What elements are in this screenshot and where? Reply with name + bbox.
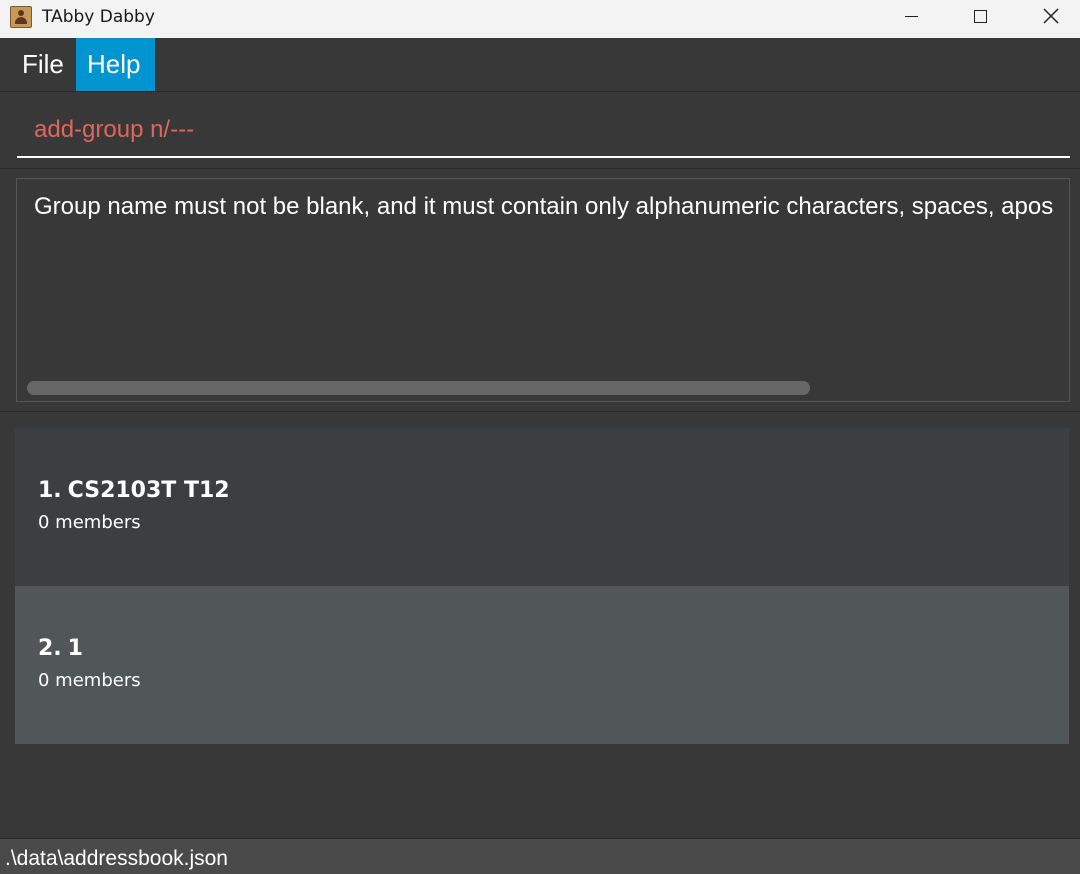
minimize-button[interactable] [878, 0, 944, 32]
maximize-icon [973, 9, 987, 23]
group-name: 1. CS2103T T12 [38, 478, 230, 503]
command-input[interactable] [17, 103, 1070, 156]
group-list: 1. CS2103T T12 0 members 2. 1 0 members [15, 428, 1069, 744]
group-member-count: 0 members [38, 670, 141, 691]
result-message: Group name must not be blank, and it mus… [34, 193, 1054, 220]
result-display: Group name must not be blank, and it mus… [16, 178, 1070, 402]
addressbook-app-icon [10, 6, 32, 28]
group-title: CS2103T T12 [67, 478, 230, 503]
menu-help[interactable]: Help [76, 38, 155, 91]
group-name: 2. 1 [38, 636, 83, 661]
close-button[interactable] [1018, 0, 1080, 32]
window-title: TAbby Dabby [42, 7, 155, 27]
save-file-path: .\data\addressbook.json [5, 847, 228, 870]
title-bar: TAbby Dabby [0, 0, 1080, 38]
menu-bar: File Help [0, 38, 1080, 92]
horizontal-scrollbar[interactable] [27, 381, 810, 395]
close-icon [1043, 8, 1059, 24]
group-index: 1. [38, 478, 62, 503]
group-member-count: 0 members [38, 512, 141, 533]
group-card[interactable]: 1. CS2103T T12 0 members [15, 428, 1069, 586]
menu-file[interactable]: File [11, 38, 75, 91]
group-index: 2. [38, 636, 62, 661]
maximize-button[interactable] [947, 0, 1013, 32]
group-title: 1 [67, 636, 83, 661]
divider [0, 411, 1080, 412]
status-bar: .\data\addressbook.json [0, 838, 1080, 874]
minimize-icon [904, 15, 918, 17]
divider [0, 168, 1080, 169]
group-card[interactable]: 2. 1 0 members [15, 586, 1069, 744]
command-box [17, 103, 1070, 158]
